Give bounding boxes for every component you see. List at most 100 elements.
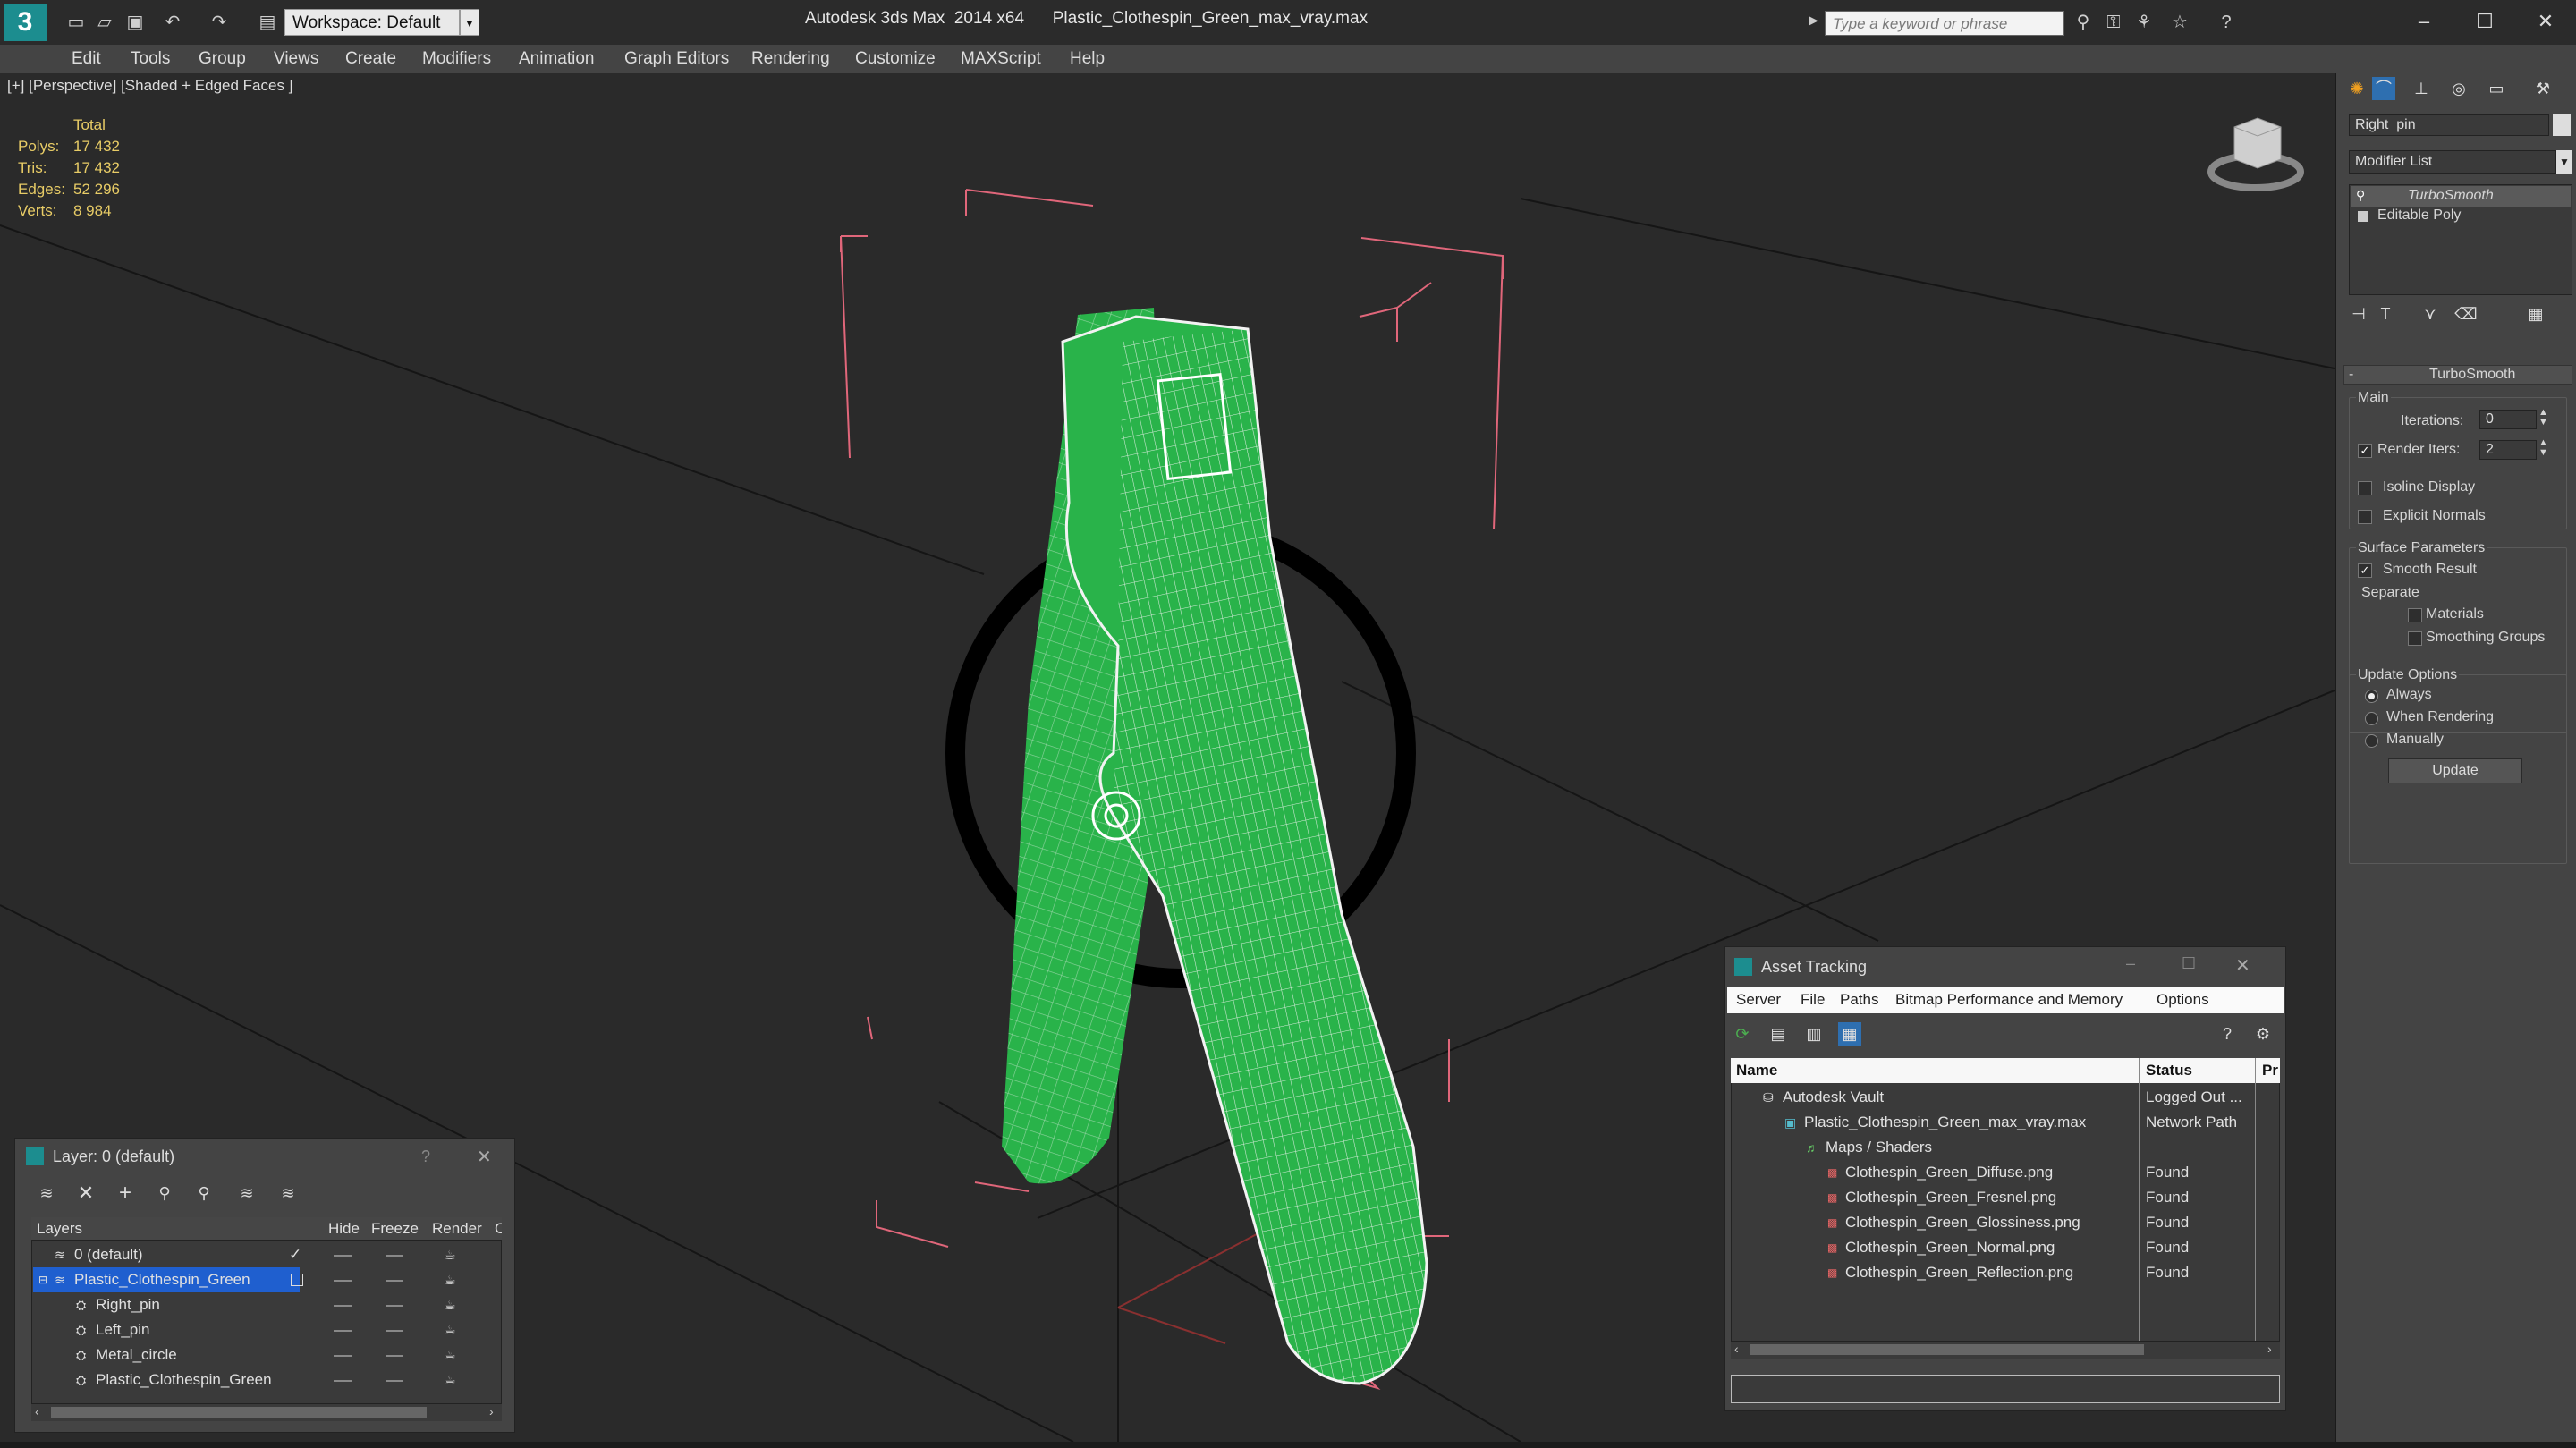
freeze-toggle[interactable] — [386, 1380, 403, 1382]
hide-all-layers-icon[interactable]: ≋ — [235, 1181, 258, 1205]
stack-item-label[interactable]: Editable Poly — [2377, 207, 2461, 224]
asset-name[interactable]: Clothespin_Green_Glossiness.png — [1845, 1210, 2080, 1235]
undo-icon[interactable]: ↶ — [161, 11, 184, 34]
asset-name[interactable]: Clothespin_Green_Fresnel.png — [1845, 1185, 2056, 1210]
asset-name[interactable]: Plastic_Clothespin_Green_max_vray.max — [1804, 1110, 2086, 1135]
scrollbar-thumb[interactable] — [51, 1407, 427, 1418]
asset-name[interactable]: Clothespin_Green_Diffuse.png — [1845, 1160, 2053, 1185]
chevron-right-icon[interactable]: ▶ — [1809, 13, 1818, 28]
column-render[interactable]: Render — [432, 1216, 482, 1241]
freeze-toggle[interactable] — [386, 1355, 403, 1357]
minimize-icon[interactable]: – — [2402, 5, 2445, 38]
menu-edit[interactable]: Edit — [72, 47, 101, 72]
list-view-icon[interactable]: ▤ — [1767, 1022, 1790, 1046]
render-iters-spinner[interactable]: 2 — [2479, 440, 2537, 460]
modifier-list-dropdown[interactable]: Modifier List — [2349, 150, 2556, 174]
menu-create[interactable]: Create — [345, 47, 396, 72]
freeze-toggle[interactable] — [386, 1305, 403, 1307]
chevron-down-icon[interactable]: ▼ — [2556, 150, 2572, 174]
object-name-field[interactable]: Right_pin — [2349, 114, 2549, 136]
remove-modifier-icon[interactable]: ⌫ — [2454, 302, 2478, 326]
save-icon[interactable]: ▣ — [123, 11, 147, 34]
pin-stack-icon[interactable]: ⊣ — [2347, 302, 2370, 326]
hide-toggle[interactable] — [334, 1330, 352, 1332]
menu-tools[interactable]: Tools — [131, 47, 170, 72]
display-tab-icon[interactable]: ▭ — [2485, 77, 2508, 100]
column-color[interactable]: Co — [495, 1216, 502, 1241]
close-icon[interactable]: ✕ — [477, 1146, 492, 1168]
object-name[interactable]: Plastic_Clothespin_Green — [96, 1368, 272, 1393]
menu-bitmap-performance[interactable]: Bitmap Performance and Memory — [1895, 987, 2123, 1012]
hide-toggle[interactable] — [334, 1255, 352, 1257]
create-tab-icon[interactable]: ✺ — [2345, 77, 2368, 100]
light-bulb-icon[interactable]: ⚲ — [2356, 188, 2365, 203]
asset-name[interactable]: Autodesk Vault — [1783, 1085, 1884, 1110]
menu-file[interactable]: File — [1801, 987, 1825, 1012]
smooth-result-checkbox[interactable]: ✓ — [2358, 563, 2372, 578]
highlight-layer-icon[interactable]: ⚲ — [192, 1181, 216, 1205]
communication-icon[interactable]: ⚘ — [2132, 11, 2156, 34]
help-icon[interactable]: ? — [2216, 1022, 2239, 1046]
open-file-icon[interactable]: ▱ — [93, 11, 116, 34]
asset-path-field[interactable] — [1731, 1375, 2280, 1403]
when-rendering-radio[interactable] — [2365, 712, 2378, 725]
scroll-right-icon[interactable]: › — [2267, 1342, 2272, 1356]
configure-sets-icon[interactable]: ▦ — [2524, 302, 2547, 326]
column-layers[interactable]: Layers — [37, 1216, 82, 1241]
object-name[interactable]: Left_pin — [96, 1317, 150, 1342]
freeze-toggle[interactable] — [386, 1255, 403, 1257]
menu-views[interactable]: Views — [274, 47, 318, 72]
menu-graph-editors[interactable]: Graph Editors — [624, 47, 729, 72]
add-to-layer-icon[interactable]: + — [114, 1181, 137, 1205]
make-unique-icon[interactable]: ⋎ — [2419, 302, 2442, 326]
isoline-display-checkbox[interactable] — [2358, 481, 2372, 495]
hierarchy-tab-icon[interactable]: ⊥ — [2410, 77, 2433, 100]
object-name[interactable]: Metal_circle — [96, 1342, 177, 1368]
hide-toggle[interactable] — [334, 1305, 352, 1307]
update-button[interactable]: Update — [2388, 758, 2522, 783]
refresh-icon[interactable]: ⟳ — [1731, 1022, 1754, 1046]
column-hide[interactable]: Hide — [328, 1216, 360, 1241]
viewport-label[interactable]: [+] [Perspective] [Shaded + Edged Faces … — [7, 77, 292, 95]
stack-expand-icon[interactable] — [2358, 211, 2368, 222]
show-end-result-icon[interactable]: T — [2374, 302, 2397, 326]
favorites-star-icon[interactable]: ☆ — [2168, 11, 2191, 34]
expand-icon[interactable]: ⊟ — [38, 1267, 47, 1292]
maximize-icon[interactable]: ☐ — [2463, 5, 2506, 38]
binoculars-icon[interactable]: ⚲ — [2072, 11, 2095, 34]
spinner-arrows-icon[interactable]: ▲ ▼ — [2538, 408, 2548, 428]
smoothing-groups-checkbox[interactable] — [2408, 631, 2422, 646]
redo-icon[interactable]: ↷ — [208, 11, 231, 34]
new-file-icon[interactable]: ▭ — [64, 11, 88, 34]
tree-view-icon[interactable]: ▥ — [1802, 1022, 1826, 1046]
motion-tab-icon[interactable]: ◎ — [2447, 77, 2470, 100]
asset-name[interactable]: Clothespin_Green_Normal.png — [1845, 1235, 2055, 1260]
menu-rendering[interactable]: Rendering — [751, 47, 830, 72]
search-input[interactable]: Type a keyword or phrase — [1825, 11, 2064, 36]
minimize-icon[interactable]: – — [2126, 954, 2135, 973]
workspace-dropdown[interactable]: Workspace: Default — [284, 9, 460, 36]
hide-toggle[interactable] — [334, 1355, 352, 1357]
menu-animation[interactable]: Animation — [519, 47, 595, 72]
scrollbar-thumb[interactable] — [1750, 1344, 2144, 1355]
menu-group[interactable]: Group — [199, 47, 246, 72]
active-layer-check-icon[interactable]: ✓ — [289, 1242, 301, 1267]
render-teapot-icon[interactable]: ☕ — [445, 1242, 456, 1267]
delete-layer-icon[interactable]: ✕ — [74, 1181, 97, 1205]
column-status[interactable]: Status — [2146, 1058, 2192, 1083]
help-icon[interactable]: ? — [2215, 11, 2238, 34]
render-teapot-icon[interactable]: ☕ — [445, 1342, 456, 1368]
render-iters-checkbox[interactable]: ✓ — [2358, 444, 2372, 458]
hide-toggle[interactable] — [334, 1380, 352, 1382]
close-icon[interactable]: ✕ — [2235, 954, 2250, 977]
column-name[interactable]: Name — [1736, 1058, 1777, 1083]
scroll-left-icon[interactable]: ‹ — [1734, 1342, 1739, 1356]
select-objects-icon[interactable]: ⚲ — [153, 1181, 176, 1205]
menu-help[interactable]: Help — [1070, 47, 1105, 72]
rollout-collapse-icon[interactable]: - — [2349, 367, 2353, 383]
manually-radio[interactable] — [2365, 734, 2378, 748]
new-layer-icon[interactable]: ≋ — [35, 1181, 58, 1205]
set-active-layer-box[interactable] — [291, 1274, 303, 1286]
utilities-tab-icon[interactable]: ⚒ — [2531, 77, 2555, 100]
render-teapot-icon[interactable]: ☕ — [445, 1292, 456, 1317]
